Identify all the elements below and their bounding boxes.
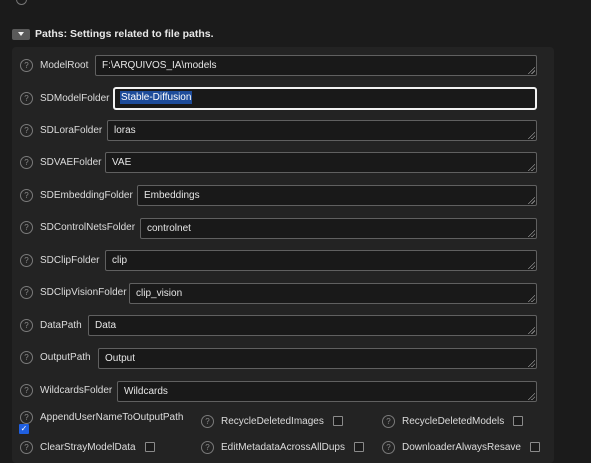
resize-grip-icon[interactable]	[527, 359, 535, 367]
help-icon[interactable]: ?	[20, 58, 33, 72]
setting-row-output-path: ? OutputPath	[20, 345, 91, 369]
output-path-value: Output	[105, 353, 136, 364]
sd-vae-folder-input[interactable]: VAE	[105, 152, 537, 173]
model-root-label: ModelRoot	[40, 59, 89, 71]
resize-grip-icon[interactable]	[527, 229, 535, 237]
sd-clip-vision-folder-input[interactable]: clip_vision	[129, 283, 537, 304]
sd-embedding-folder-input[interactable]: Embeddings	[137, 185, 537, 206]
sd-controlnets-folder-value: controlnet	[147, 223, 191, 234]
help-icon[interactable]: ?	[20, 285, 33, 299]
setting-downloader-always-resave: ? DownloaderAlwaysResave	[382, 440, 540, 454]
setting-append-user-name: ? AppendUserNameToOutputPath	[20, 410, 183, 424]
setting-recycle-deleted-images: ? RecycleDeletedImages	[201, 414, 343, 428]
help-icon	[16, 0, 27, 5]
downloader-always-resave-label: DownloaderAlwaysResave	[402, 441, 521, 453]
setting-clear-stray-model-data: ? ClearStrayModelData	[20, 440, 155, 454]
setting-row-sd-vae-folder: ? SDVAEFolder	[20, 150, 102, 174]
setting-row-data-path: ? DataPath	[20, 313, 82, 337]
output-path-input[interactable]: Output	[98, 348, 537, 369]
model-root-input[interactable]: F:\ARQUIVOS_IA\models	[95, 55, 537, 76]
setting-row-sd-clip-folder: ? SDClipFolder	[20, 248, 99, 272]
help-icon[interactable]: ?	[201, 414, 214, 428]
setting-edit-metadata-across-all-dups: ? EditMetadataAcrossAllDups	[201, 440, 364, 454]
setting-row-sd-controlnets-folder: ? SDControlNetsFolder	[20, 215, 135, 239]
setting-row-sd-model-folder: ? SDModelFolder	[20, 86, 109, 110]
sd-embedding-folder-label: SDEmbeddingFolder	[40, 189, 133, 201]
collapse-toggle-button[interactable]	[12, 28, 30, 40]
help-icon[interactable]: ?	[20, 318, 33, 332]
data-path-label: DataPath	[40, 319, 82, 331]
sd-model-folder-value: Stable-Diffusion	[120, 91, 193, 104]
help-icon[interactable]: ?	[20, 155, 33, 169]
clear-stray-model-data-checkbox[interactable]	[144, 442, 155, 452]
output-path-label: OutputPath	[40, 351, 91, 363]
model-root-value: F:\ARQUIVOS_IA\models	[102, 60, 217, 71]
recycle-deleted-images-checkbox[interactable]	[332, 416, 343, 426]
help-icon[interactable]: ?	[20, 350, 33, 364]
sd-vae-folder-label: SDVAEFolder	[40, 156, 102, 168]
sd-clip-folder-input[interactable]: clip	[105, 250, 537, 271]
sd-lora-folder-label: SDLoraFolder	[40, 124, 103, 136]
sd-controlnets-folder-label: SDControlNetsFolder	[40, 221, 136, 233]
sd-lora-folder-input[interactable]: loras	[107, 120, 537, 141]
section-title: Paths: Settings related to file paths.	[35, 28, 214, 40]
resize-grip-icon[interactable]	[527, 196, 535, 204]
edit-metadata-across-all-dups-label: EditMetadataAcrossAllDups	[221, 441, 345, 453]
help-icon[interactable]: ?	[382, 414, 395, 428]
setting-recycle-deleted-models: ? RecycleDeletedModels	[382, 414, 524, 428]
resize-grip-icon[interactable]	[527, 66, 535, 74]
data-path-input[interactable]: Data	[88, 315, 537, 336]
recycle-deleted-images-label: RecycleDeletedImages	[221, 415, 324, 427]
recycle-deleted-models-label: RecycleDeletedModels	[402, 415, 505, 427]
sd-clip-vision-folder-value: clip_vision	[136, 288, 183, 299]
wildcards-folder-input[interactable]: Wildcards	[117, 381, 537, 402]
recycle-deleted-models-checkbox[interactable]	[513, 416, 524, 426]
previous-section-cutoff	[12, 0, 27, 6]
resize-grip-icon[interactable]	[527, 294, 535, 302]
sd-clip-folder-label: SDClipFolder	[40, 254, 100, 266]
help-icon[interactable]: ?	[20, 220, 33, 234]
append-user-name-label: AppendUserNameToOutputPath	[40, 411, 184, 423]
resize-grip-icon[interactable]	[527, 131, 535, 139]
downloader-always-resave-checkbox[interactable]	[529, 442, 540, 452]
help-icon[interactable]: ?	[20, 123, 33, 137]
setting-row-sd-clip-vision-folder: ? SDClipVisionFolder	[20, 280, 127, 304]
sd-vae-folder-value: VAE	[112, 157, 132, 168]
help-icon[interactable]: ?	[201, 440, 214, 454]
clear-stray-model-data-label: ClearStrayModelData	[40, 441, 136, 453]
resize-grip-icon[interactable]	[527, 261, 535, 269]
edit-metadata-across-all-dups-checkbox[interactable]	[353, 442, 364, 452]
sd-model-folder-label: SDModelFolder	[40, 92, 110, 104]
help-icon[interactable]: ?	[20, 253, 33, 267]
resize-grip-icon[interactable]	[527, 163, 535, 171]
sd-controlnets-folder-input[interactable]: controlnet	[140, 218, 537, 239]
append-user-name-checkbox[interactable]: ✓	[19, 424, 29, 434]
wildcards-folder-label: WildcardsFolder	[40, 384, 113, 396]
sd-model-folder-input[interactable]: Stable-Diffusion	[113, 87, 537, 110]
wildcards-folder-value: Wildcards	[124, 386, 168, 397]
help-icon[interactable]: ?	[20, 188, 33, 202]
sd-lora-folder-value: loras	[114, 125, 136, 136]
help-icon[interactable]: ?	[20, 440, 33, 454]
help-icon[interactable]: ?	[20, 91, 33, 105]
data-path-value: Data	[95, 320, 117, 331]
resize-grip-icon[interactable]	[527, 392, 535, 400]
setting-row-wildcards-folder: ? WildcardsFolder	[20, 378, 112, 402]
sd-embedding-folder-value: Embeddings	[144, 190, 200, 201]
help-icon[interactable]: ?	[382, 440, 395, 454]
resize-grip-icon[interactable]	[527, 326, 535, 334]
section-header: Paths: Settings related to file paths.	[12, 27, 214, 41]
sd-clip-folder-value: clip	[112, 255, 128, 266]
setting-row-model-root: ? ModelRoot	[20, 53, 88, 77]
chevron-down-icon	[18, 32, 24, 36]
help-icon[interactable]: ?	[20, 410, 33, 424]
setting-row-sd-embedding-folder: ? SDEmbeddingFolder	[20, 183, 133, 207]
help-icon[interactable]: ?	[20, 383, 33, 397]
setting-row-sd-lora-folder: ? SDLoraFolder	[20, 118, 102, 142]
sd-clip-vision-folder-label: SDClipVisionFolder	[40, 286, 127, 298]
